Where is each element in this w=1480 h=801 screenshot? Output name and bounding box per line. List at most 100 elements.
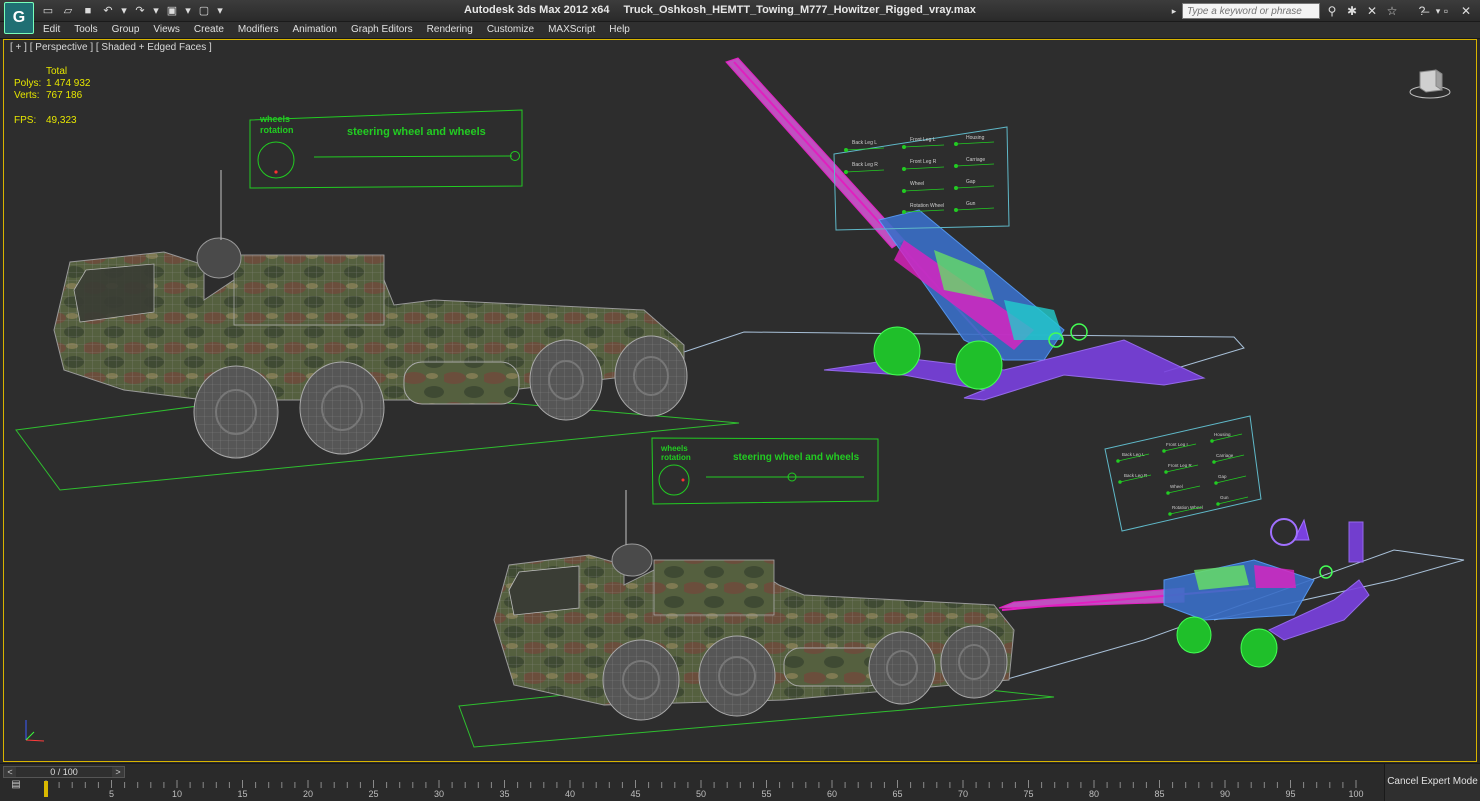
track-bar-icon[interactable]: ▤ [8,779,24,797]
communication-icon[interactable]: ✕ [1364,3,1380,19]
timeline-tick-label: 55 [761,789,772,799]
howitzer-upper[interactable] [725,57,1206,401]
verts-label: Verts: [14,90,40,101]
timeline-tick-label: 75 [1023,789,1034,799]
time-slider-next-icon[interactable]: > [112,767,124,777]
close-icon[interactable]: ✕ [1458,3,1474,19]
fps-value: 49,323 [46,115,77,126]
maximize-icon[interactable]: ▫ [1438,3,1454,19]
file-name: Truck_Oshkosh_HEMTT_Towing_M777_Howitzer… [623,4,976,16]
menu-animation[interactable]: Animation [285,22,343,38]
stats-total-label: Total [46,66,68,77]
timeline-tick-label: 15 [237,789,248,799]
lower-label-gun: Gun [1220,495,1229,500]
time-cursor[interactable] [44,781,48,797]
undo-dropdown-icon[interactable]: ▾ [120,3,128,19]
menu-help[interactable]: Help [602,22,637,38]
quick-access-toolbar: ▭ ▱ ■ ↶ ▾ ↷ ▾ ▣ ▾ ▢ ▾ [40,3,224,19]
upper-label-back-leg-l: Back Leg L [852,140,877,146]
menu-tools[interactable]: Tools [67,22,104,38]
menu-rendering[interactable]: Rendering [420,22,480,38]
axis-tripod-icon [25,720,45,742]
fps-label: FPS: [14,115,37,126]
lower-label-back-leg-l: Back Leg L [1122,452,1145,457]
app-title: Autodesk 3ds Max 2012 x64 [464,4,610,16]
timeline-bar: < 0 / 100 > ▤ 5 10 15 20 25 30 35 40 45 50 55 60 65 7… [0,763,1480,801]
lower-label-back-leg-r: Back Leg R [1124,473,1148,478]
timeline-tick-label: 20 [302,789,314,799]
timeline-tick-label: 30 [433,789,445,799]
timeline-tick-label: 40 [564,789,576,799]
wheels-label-lower-2: rotation [661,453,691,462]
upper-label-back-leg-r: Back Leg R [852,162,878,168]
menu-maxscript[interactable]: MAXScript [541,22,602,38]
menu-graph-editors[interactable]: Graph Editors [344,22,420,38]
timeline-tick-label: 10 [171,789,183,799]
menu-edit[interactable]: Edit [36,22,67,38]
steering-label-lower: steering wheel and wheels [733,452,860,463]
timeline-tick-label: 60 [826,789,838,799]
hold-icon[interactable]: ▣ [164,3,180,19]
wheels-label-upper-2: rotation [260,125,294,135]
perspective-viewport[interactable]: wheels rotation steering wheel and wheel… [3,39,1477,762]
truck-upper[interactable] [53,170,688,459]
polys-value: 1 474 932 [46,78,91,89]
application-button[interactable]: G [4,2,34,34]
favorites-star-icon[interactable]: ☆ [1384,3,1400,19]
redo-dropdown-icon[interactable]: ▾ [152,3,160,19]
menu-customize[interactable]: Customize [480,22,541,38]
timeline-tick-label: 90 [1219,789,1231,799]
howitzer-lower[interactable] [998,518,1370,668]
scene-statistics: Total Polys: 1 474 932 Verts: 767 186 [14,66,91,102]
cancel-expert-mode-button[interactable]: Cancel Expert Mode [1384,764,1480,801]
wheels-control-upper[interactable]: wheels rotation steering wheel and wheel… [249,109,523,189]
3dsmax-window: ▭ ▱ ■ ↶ ▾ ↷ ▾ ▣ ▾ ▢ ▾ Autodesk 3ds Max 2… [0,0,1480,801]
save-file-icon[interactable]: ■ [80,3,96,19]
timeline-tick-label: 5 [108,789,115,799]
search-input[interactable] [1182,3,1320,19]
lower-label-housing: Housing [1214,432,1231,437]
menu-views[interactable]: Views [146,22,187,38]
title-bar: ▭ ▱ ■ ↶ ▾ ↷ ▾ ▣ ▾ ▢ ▾ Autodesk 3ds Max 2… [0,0,1480,22]
minimize-icon[interactable]: – [1418,3,1434,19]
time-slider[interactable]: < 0 / 100 > [3,766,125,778]
menu-create[interactable]: Create [187,22,231,38]
project-folder-icon[interactable]: ▢ [196,3,212,19]
steering-label-upper: steering wheel and wheels [347,126,486,138]
infocenter-arrow-icon[interactable]: ▸ [1170,3,1178,19]
subscription-icon[interactable]: ✱ [1344,3,1360,19]
viewport-label[interactable]: [ + ] [ Perspective ] [ Shaded + Edged F… [10,42,212,53]
menu-modifiers[interactable]: Modifiers [231,22,286,38]
timeline-tick-label: 45 [630,789,641,799]
timeline-tick-label: 70 [957,789,969,799]
upper-label-rotation-wheel: Rotation Wheel [910,203,944,209]
hold-dropdown-icon[interactable]: ▾ [184,3,192,19]
infocenter: ▸ ⚲ ✱ ✕ ☆ ? ▾ [1170,3,1442,19]
fps-readout: FPS: 49,323 [14,115,77,126]
upper-label-housing: Housing [966,135,985,141]
lower-label-carriage: Carriage [1216,453,1234,458]
viewcube-icon[interactable] [1408,64,1452,102]
polys-label: Polys: [14,78,42,89]
verts-value: 767 186 [46,90,83,101]
menu-bar: Edit Tools Group Views Create Modifiers … [36,22,637,38]
upper-label-gap: Gap [966,179,976,185]
scene-canvas[interactable]: wheels rotation steering wheel and wheel… [4,40,1476,761]
redo-icon[interactable]: ↷ [132,3,148,19]
time-slider-prev-icon[interactable]: < [4,767,16,777]
rig-panel-lower[interactable]: Back Leg L Back Leg R Front Leg L Front … [1104,415,1262,532]
wheels-control-lower[interactable]: wheels rotation steering wheel and wheel… [651,437,879,505]
open-file-icon[interactable]: ▱ [60,3,76,19]
window-controls: – ▫ ✕ [1418,3,1474,19]
qat-dropdown-icon[interactable]: ▾ [216,3,224,19]
undo-icon[interactable]: ↶ [100,3,116,19]
new-file-icon[interactable]: ▭ [40,3,56,19]
timeline-tick-label: 25 [368,789,379,799]
track-bar[interactable]: 5 10 15 20 25 30 35 40 45 50 55 60 65 70 75 80 85 90 95 100 [44,778,1384,800]
upper-label-front-leg-r: Front Leg R [910,159,937,165]
menu-group[interactable]: Group [105,22,147,38]
truck-lower[interactable] [493,490,1015,721]
time-slider-thumb[interactable]: 0 / 100 [16,767,112,777]
timeline-tick-label: 100 [1348,789,1364,799]
binoculars-icon[interactable]: ⚲ [1324,3,1340,19]
